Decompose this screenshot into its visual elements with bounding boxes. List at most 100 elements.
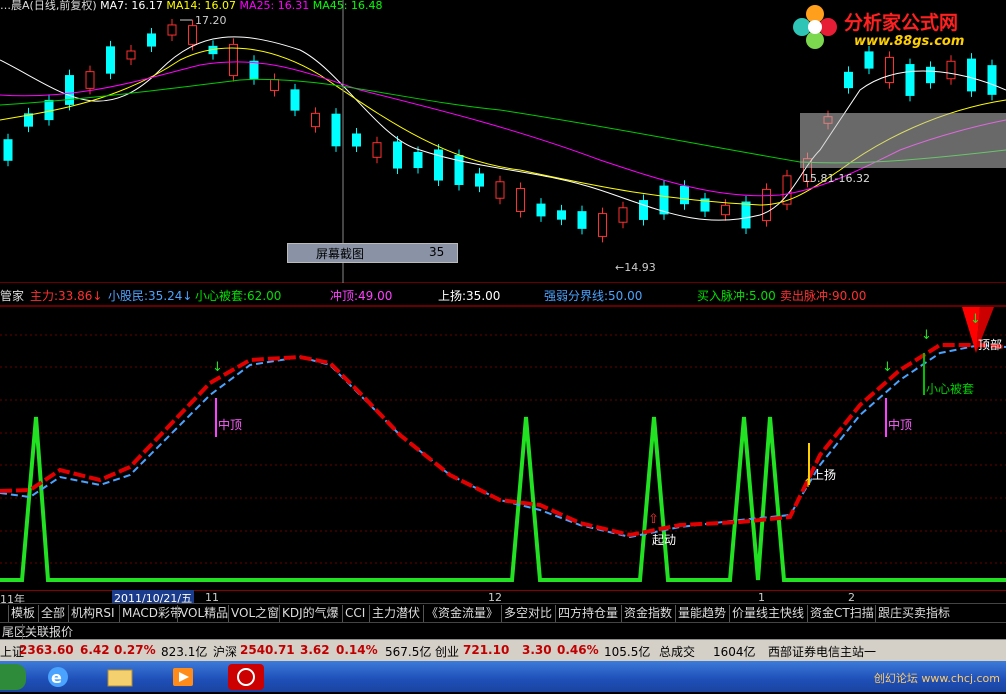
indicator-tabs: 模板 全部 机构RSI MACD彩带 VOL精品 VOL之窗 KDJ的气爆 CCI 主力潜伏 《资… xyxy=(0,603,1006,623)
indicator-tab[interactable]: 机构RSI xyxy=(68,605,117,622)
indicator-tab[interactable]: 模板 xyxy=(8,605,37,622)
candle xyxy=(413,151,423,169)
indicator-tab[interactable]: MACD彩带 xyxy=(119,605,184,622)
candle xyxy=(516,188,525,212)
indicator-chart[interactable]: ↓ ↓ ↓ ↓ ⇧ ↑ xyxy=(0,305,1006,590)
index-label: 沪深 xyxy=(213,645,238,659)
zhongding-label: 中顶 xyxy=(218,418,243,432)
server-name[interactable]: 西部证券电信主站一 xyxy=(768,643,876,660)
candle xyxy=(188,25,197,45)
shangyang-label: 上扬 xyxy=(812,468,837,482)
indicator-item-label: 上扬: xyxy=(438,289,467,303)
indicator-header: 管家 主力:33.86↓ 小股民:35.24↓ 小心被套:62.00 冲顶:49.00… xyxy=(0,283,1006,305)
logo-url: www.88gs.com xyxy=(854,34,965,49)
indicator-tab[interactable]: 全部 xyxy=(38,605,67,622)
candle xyxy=(536,203,546,217)
sub-tabs: 尾区 关联报价 xyxy=(0,622,1006,641)
down-arrow-icon: ↓ xyxy=(182,289,193,303)
indicator-item-label: 买入脉冲: xyxy=(697,289,750,303)
low-price-label: ←14.93 xyxy=(615,261,656,274)
dingbu-label: 顶部 xyxy=(978,338,1003,352)
index-amount: 823.1亿 xyxy=(161,645,208,659)
market-status-bar: 上证 2363.60 6.42 0.27% 823.1亿 沪深 2540.71 … xyxy=(0,639,1006,662)
ie-icon[interactable]: e xyxy=(40,664,76,690)
stock-app-icon[interactable] xyxy=(228,664,264,690)
buy-arrow-icon: ↓ xyxy=(882,360,893,375)
indicator-item-label: 主力: xyxy=(30,289,59,303)
qidong-label: 起动 xyxy=(652,533,677,547)
candle xyxy=(106,46,115,74)
screenshot-button[interactable]: 屏幕截图 35 xyxy=(287,243,458,263)
candle xyxy=(926,66,935,84)
indicator-item: 卖出脉冲:90.00 xyxy=(780,287,866,304)
indicator-item-value: 90.00 xyxy=(832,289,867,303)
candle xyxy=(946,60,956,80)
indicator-item-value: 5.00 xyxy=(749,289,776,303)
range-label: 15.81-16.32 xyxy=(803,172,870,185)
index-pct: 0.46% xyxy=(557,643,599,657)
windows-taskbar: e 创幻论坛 www.chcj.com xyxy=(0,661,1006,692)
indicator-tab[interactable]: 多空对比 xyxy=(501,605,554,622)
media-player-icon[interactable] xyxy=(165,664,201,690)
indicator-tab[interactable]: 资金CT扫描 xyxy=(807,605,876,622)
zhongding-label-2: 中顶 xyxy=(888,418,913,432)
candle xyxy=(864,51,874,69)
indicator-tab[interactable]: 《资金流量》 xyxy=(423,605,500,622)
folder-icon[interactable] xyxy=(102,664,138,690)
x-axis: 11年 2011/10/21/五 11 12 1 2 xyxy=(0,590,1006,606)
indicator-tab[interactable]: 四方持仓量 xyxy=(555,605,620,622)
indicator-tab[interactable]: 价量线主快线 xyxy=(729,605,806,622)
ma-legend: …晨A(日线,前复权) MA7: 16.17 MA14: 16.07 MA25:… xyxy=(0,0,383,12)
candle xyxy=(229,43,238,77)
indicator-tab[interactable]: 主力潜伏 xyxy=(369,605,422,622)
indicator-item-label: 强弱分界线: xyxy=(544,289,609,303)
indicator-tab[interactable]: VOL之窗 xyxy=(228,605,281,622)
indicator-name: 管家 xyxy=(0,289,25,303)
indicator-item-label: 卖出脉冲: xyxy=(780,289,833,303)
candle xyxy=(270,79,279,91)
start-button[interactable] xyxy=(0,664,26,690)
indicator-tab[interactable]: 跟庄买卖指标 xyxy=(875,605,952,622)
down-arrow-icon: ↓ xyxy=(92,289,103,303)
candle xyxy=(372,142,382,158)
indicator-tab[interactable]: 量能趋势 xyxy=(675,605,728,622)
candle xyxy=(311,112,320,128)
candle xyxy=(659,185,669,215)
flower-icon xyxy=(793,5,837,49)
candle xyxy=(147,33,156,47)
candle xyxy=(352,133,361,147)
candle xyxy=(331,113,341,147)
candle xyxy=(249,60,259,80)
indicator-item-label: 小股民: xyxy=(108,289,149,303)
buy-arrow-icon: ↓ xyxy=(921,328,932,343)
ma45-label: MA45: 16.48 xyxy=(312,0,383,12)
screenshot-value: 35 xyxy=(429,245,445,259)
total-volume-value: 1604亿 xyxy=(713,645,756,659)
candle xyxy=(885,56,894,84)
candle xyxy=(741,201,751,229)
indicator-tab[interactable]: KDJ的气爆 xyxy=(279,605,341,622)
indicator-tab[interactable]: 资金指数 xyxy=(621,605,674,622)
ma7-label: MA7: 16.17 xyxy=(100,0,163,12)
indicator-tab[interactable]: CCI xyxy=(342,605,367,622)
index-label: 创业 xyxy=(435,645,460,659)
indicator-item-label: 小心被套: xyxy=(195,289,248,303)
indicator-tab[interactable]: VOL精品 xyxy=(177,605,230,622)
candle xyxy=(393,141,402,169)
ma14-label: MA14: 16.07 xyxy=(166,0,237,12)
watermark: 创幻论坛 www.chcj.com xyxy=(873,672,1000,685)
candle xyxy=(618,207,628,223)
candle xyxy=(721,204,730,216)
indicator-item-value: 49.00 xyxy=(358,289,393,303)
candle xyxy=(167,24,177,36)
candle xyxy=(598,213,607,237)
index-pct: 0.14% xyxy=(336,643,378,657)
indicator-item: 冲顶:49.00 xyxy=(330,287,392,304)
candle xyxy=(557,210,566,220)
index-amount: 105.5亿 xyxy=(604,645,651,659)
index-change: 3.30 xyxy=(522,643,552,657)
site-logo: 分析家公式网 www.88gs.com xyxy=(790,2,1000,52)
total-volume-label: 总成交 xyxy=(659,645,696,659)
index-value: 2363.60 xyxy=(19,643,74,657)
high-price-label: 17.20 xyxy=(195,14,227,27)
